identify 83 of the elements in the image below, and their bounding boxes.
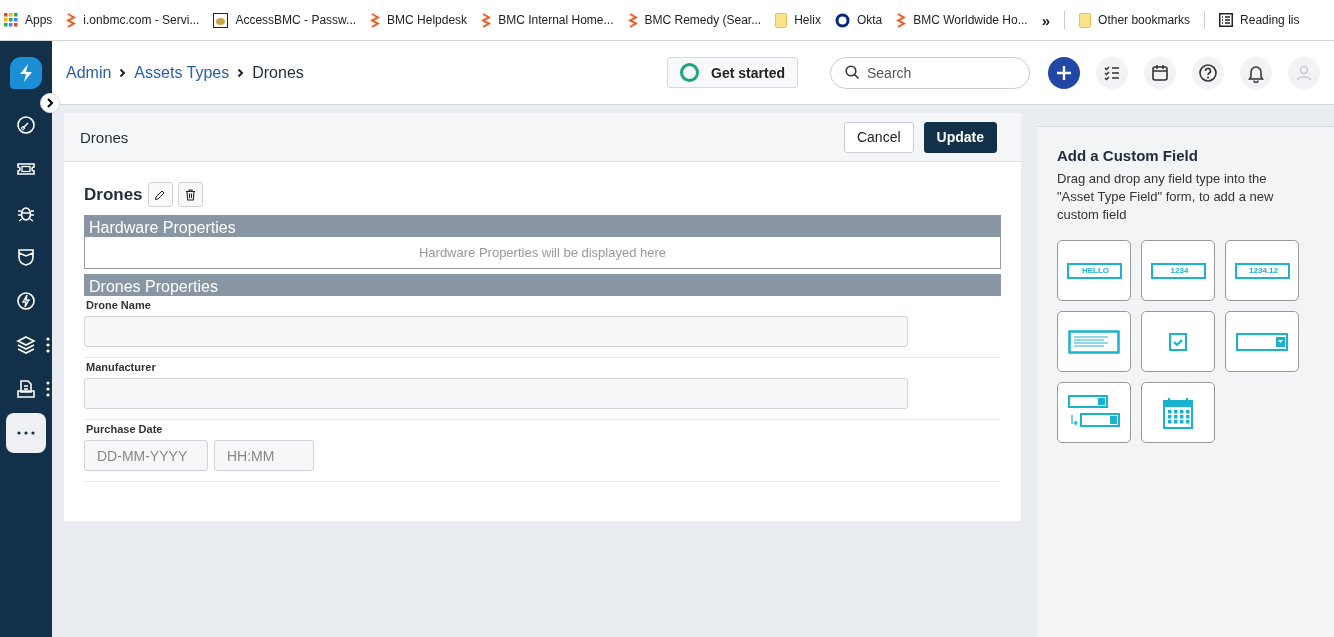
bookmark[interactable]: Okta [834, 12, 883, 28]
bookmark[interactable]: Reading lis [1219, 13, 1300, 27]
field-label: Drone Name [86, 299, 152, 311]
field-label: Manufacturer [86, 361, 157, 373]
breadcrumb-link[interactable]: Assets Types [134, 63, 230, 82]
ring-logo-icon [834, 12, 850, 28]
chevron-logo-icon [481, 12, 492, 28]
bookmark[interactable]: i.onbmc.com - Servi... [66, 12, 200, 28]
section-header: Drones Properties [84, 274, 1001, 296]
field-type-tile[interactable] [1141, 382, 1215, 443]
chevron-right-icon [46, 98, 54, 108]
section-header: Hardware Properties [84, 215, 1001, 237]
chevron-right-icon [237, 67, 245, 78]
text-field-sample: HELLO [1066, 262, 1122, 279]
empty-note: Hardware Properties will be displayed here [418, 245, 667, 260]
pencil-icon [154, 188, 167, 201]
card-title: Drones [80, 128, 129, 146]
ring-icon [680, 63, 700, 82]
kebab-icon[interactable] [46, 337, 50, 353]
bookmark[interactable]: Apps [4, 13, 53, 27]
field-label: Purchase Date [86, 423, 164, 435]
animal-logo-icon [213, 12, 229, 28]
gauge-icon [16, 115, 36, 135]
calendar-icon [1163, 396, 1193, 429]
breadcrumb-current: Drones [252, 63, 304, 82]
delete-button[interactable] [177, 182, 203, 207]
decimal-field-sample: 1234.12 [1234, 262, 1290, 279]
bookmark[interactable]: BMC Internal Home... [481, 12, 614, 28]
shield-icon [16, 247, 36, 267]
apps-grid-icon [4, 13, 18, 27]
edit-button[interactable] [147, 182, 173, 207]
expand-button[interactable] [40, 93, 60, 113]
more-bookmarks[interactable]: » [1041, 11, 1051, 29]
document-icon [16, 379, 36, 399]
kebab-icon[interactable] [46, 381, 50, 397]
app-logo-icon[interactable] [10, 57, 42, 89]
bookmark[interactable]: BMC Helpdesk [370, 12, 468, 28]
add-button[interactable] [1048, 56, 1080, 89]
plus-icon [1056, 64, 1072, 81]
chevron-logo-icon [66, 12, 77, 28]
checkbox-icon [1169, 332, 1187, 351]
bookmark[interactable]: Other bookmarks [1079, 12, 1191, 28]
chevron-logo-icon [896, 12, 907, 28]
chevron-logo-icon [370, 12, 381, 28]
calendar-button[interactable] [1144, 56, 1176, 89]
lightning-icon [16, 291, 36, 311]
folder-icon [775, 12, 788, 28]
number-field-sample: 1234 [1150, 262, 1206, 279]
search-field[interactable]: Search [830, 56, 1030, 89]
breadcrumb-link[interactable]: Admin [66, 63, 112, 82]
calendar-icon [1150, 62, 1170, 83]
field-type-tile[interactable] [1057, 382, 1131, 443]
folder-icon [1079, 12, 1092, 28]
text-area-icon [1068, 329, 1120, 354]
checklist-button[interactable] [1096, 56, 1128, 89]
help-button[interactable] [1192, 56, 1224, 89]
bookmark[interactable]: Helix [775, 12, 821, 28]
time-field[interactable]: HH:MM [214, 440, 314, 471]
list-icon [1219, 13, 1234, 27]
asset-type-name: Drones [84, 184, 143, 205]
chevron-right-icon [119, 67, 127, 78]
cancel-button[interactable]: Cancel [843, 121, 914, 153]
input-field[interactable] [84, 316, 908, 347]
dropdown-icon [1236, 332, 1288, 351]
chevron-logo-icon [627, 12, 638, 28]
get-started-button[interactable]: Get started [667, 57, 798, 88]
field-type-tile[interactable] [1141, 311, 1215, 372]
bookmark[interactable]: BMC Remedy (Sear... [627, 12, 762, 28]
bookmark[interactable]: AccessBMC - Passw... [213, 12, 357, 28]
bell-button[interactable] [1240, 56, 1272, 89]
layers-icon [16, 335, 36, 355]
date-field[interactable]: DD-MM-YYYY [84, 440, 208, 471]
input-field[interactable] [84, 378, 908, 409]
nav-item[interactable] [6, 413, 46, 453]
panel-title: Add a Custom Field [1057, 147, 1199, 164]
trash-icon [184, 188, 196, 201]
bookmark[interactable]: BMC Worldwide Ho... [896, 12, 1028, 28]
field-type-tile[interactable] [1225, 311, 1299, 372]
more-icon [17, 431, 35, 435]
panel-description: Drag and drop any field type into the "Asset Type Field" form, to add a new custom field [1057, 170, 1275, 224]
help-icon [1198, 62, 1218, 83]
field-type-tile[interactable] [1057, 311, 1131, 372]
update-button[interactable]: Update [923, 121, 997, 153]
